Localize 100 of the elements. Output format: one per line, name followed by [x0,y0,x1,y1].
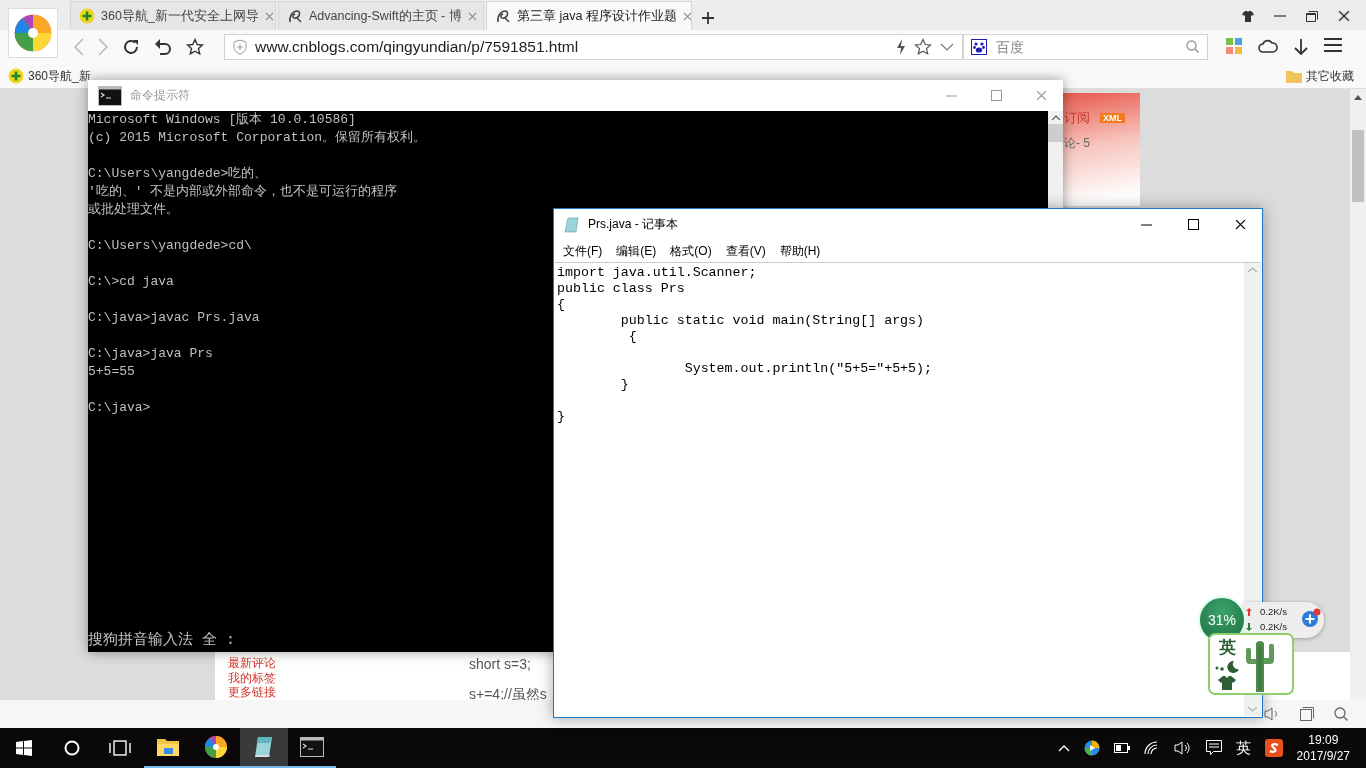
window-title: 命令提示符 [130,87,190,104]
console-icon [98,85,122,106]
shirt-icon[interactable] [1218,676,1236,690]
pinwheel-icon [13,13,53,53]
scroll-up-icon[interactable] [1051,115,1060,120]
notification-icon[interactable] [1205,740,1222,756]
star-icon[interactable] [914,38,932,56]
code-line: } [619,377,629,393]
windows-icon [16,740,32,756]
console-line: C:\Users\yangdede>吃的、 [88,165,268,183]
console-line: Microsoft Windows [版本 10.0.10586] [88,111,356,129]
code-line: public class Prs [557,281,685,297]
undo-icon[interactable] [154,38,172,56]
reload-icon[interactable] [122,38,140,56]
code-line: System.out.println("5+5="+5+5); [683,361,933,377]
minimize-icon[interactable] [1141,223,1152,226]
code-line: short s=3; [469,656,532,672]
shirt-icon[interactable] [1242,10,1254,22]
console-line: 5+5=55 [88,363,135,381]
address-field[interactable]: www.cnblogs.com/qingyundian/p/7591851.html [224,34,963,60]
chevron-up-icon[interactable] [1057,744,1070,752]
clock-time: 19:09 [1308,732,1339,748]
bookmark-link[interactable]: 360导航_新 [8,67,91,85]
menu-item[interactable]: 格式(O) [663,242,719,260]
plus-icon[interactable] [702,12,714,24]
search-icon[interactable] [1334,707,1348,721]
notepad-icon [564,216,580,233]
battery-icon[interactable] [1113,743,1130,753]
search-icon[interactable] [1186,40,1199,53]
console-line: C:\java> [88,399,151,417]
code-line: { [627,329,637,345]
upload-speed: 0.2K/s [1260,605,1287,619]
lightning-icon[interactable] [896,39,906,55]
cloud-icon[interactable] [1258,38,1278,54]
moon-icon[interactable] [1214,660,1240,674]
menu-item[interactable]: 帮助(H) [772,242,828,260]
sidebar-link[interactable]: 更多链接 [228,685,469,700]
console-line: C:\java>javac Prs.java [88,309,260,327]
shield-icon [233,39,247,55]
chevron-down-icon[interactable] [940,43,954,51]
download-arrow-icon [1246,622,1252,631]
browser-tab[interactable]: 第三章 java 程序设计作业题 [486,1,692,30]
plus-circle-icon [79,8,95,24]
comment-count: 论- 5 [1064,135,1091,152]
ime-indicator[interactable]: 英 [1235,738,1251,758]
task-view-icon [109,740,131,756]
pinwheel-icon [204,735,228,759]
browser-logo[interactable] [8,8,58,58]
console-line: 或批处理文件。 [88,201,179,219]
code-line: import java.util.Scanner; [557,265,757,281]
console-scrollbar[interactable] [1048,111,1063,208]
ime-skin-panel[interactable]: 英 [1208,633,1294,695]
speaker-icon[interactable] [1173,740,1192,756]
window-title: Prs.java - 记事本 [588,216,678,233]
ime-app-icon[interactable] [1264,739,1283,757]
browser-tab[interactable]: 360导航_新一代安全上网导 [70,1,276,30]
upload-arrow-icon [1246,607,1252,616]
circle-icon [64,740,80,756]
menu-item[interactable]: 编辑(E) [609,242,664,260]
page-scrollbar[interactable] [1350,89,1366,700]
maximize-icon[interactable] [1188,219,1199,230]
browser-tab[interactable]: Advancing-Swift的主页 - 博 [278,1,484,30]
console-line: '吃的、' 不是内部或外部命令，也不是可运行的程序 [88,183,398,201]
window-icon[interactable] [1300,707,1314,721]
menu-item[interactable]: 查看(V) [718,242,773,260]
code-line: public static void main(String[] args) [619,313,925,329]
sidebar-link[interactable]: 最新评论 [228,656,469,671]
clock-date: 2017/9/27 [1296,748,1350,764]
search-field[interactable]: 百度 [963,34,1208,60]
code-line: } [557,409,565,425]
scroll-up-icon[interactable] [1354,95,1362,100]
paw-icon [971,39,987,55]
menu-icon[interactable] [1324,38,1342,52]
console-line: C:\java>java Prs [88,345,213,363]
console-line: C:\Users\yangdede>cd\ [88,237,252,255]
scrollbar-thumb[interactable] [1352,130,1364,202]
plus-circle-icon [8,68,24,84]
console-icon [300,737,324,757]
scrollbar-thumb[interactable] [1048,124,1063,142]
star-icon[interactable] [186,38,204,56]
wifi-icon[interactable] [1143,741,1160,755]
download-speed: 0.2K/s [1260,620,1287,634]
code-line: { [557,297,565,313]
close-icon[interactable] [1235,219,1246,230]
console-line: (c) 2015 Microsoft Corporation。保留所有权利。 [88,129,427,147]
restore-icon[interactable] [1306,10,1318,22]
ime-status: 搜狗拼音输入法 全 : [88,632,236,651]
sidebar-link[interactable]: 我的标签 [228,670,469,685]
console-line: C:\>cd java [88,273,174,291]
taskbar-app[interactable] [240,728,288,768]
swirl-icon [495,8,511,24]
swirl-icon [287,8,303,24]
close-icon[interactable] [1338,10,1350,22]
color-ring-icon[interactable] [1083,740,1100,756]
menu-item[interactable]: 文件(F) [556,242,610,260]
folder-icon [1286,69,1302,83]
bookmark-folder[interactable]: 其它收藏 [1286,67,1354,85]
clock[interactable]: 19:09 2017/9/27 [1296,732,1350,764]
apps-icon[interactable] [1226,38,1242,54]
download-icon[interactable] [1294,38,1308,56]
